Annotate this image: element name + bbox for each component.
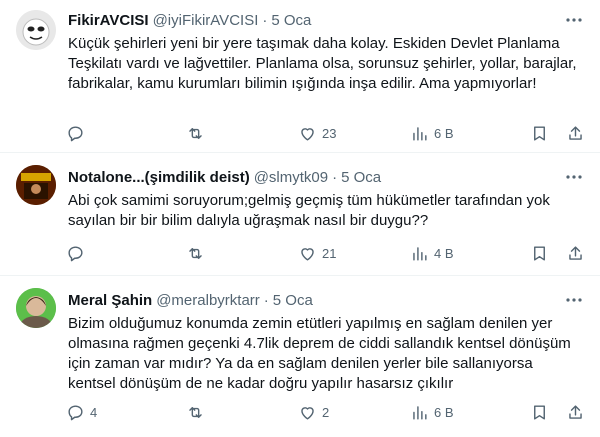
view-count: 6 B bbox=[434, 125, 454, 141]
reply-count: 4 bbox=[90, 404, 98, 420]
like-count: 2 bbox=[322, 404, 330, 420]
tweet[interactable]: Notalone...(şimdilik deist) @slmytk09 · … bbox=[0, 153, 600, 276]
separator-dot: · bbox=[262, 11, 268, 29]
view-count: 6 B bbox=[434, 404, 454, 420]
retweet-button[interactable] bbox=[186, 400, 210, 424]
more-dots-icon[interactable] bbox=[564, 167, 584, 187]
user-handle[interactable]: @slmytk09 bbox=[254, 169, 328, 186]
views-button[interactable]: 6 B bbox=[410, 121, 454, 145]
like-count: 21 bbox=[322, 245, 337, 261]
views-icon bbox=[413, 405, 427, 420]
like-count: 23 bbox=[322, 125, 337, 141]
timestamp[interactable]: 5 Oca bbox=[271, 12, 311, 29]
avatar-poster-icon bbox=[16, 165, 56, 205]
tweet-header: Meral Şahin @meralbyrktarr · 5 Oca bbox=[68, 290, 560, 310]
share-icon bbox=[569, 125, 582, 140]
heart-icon bbox=[301, 247, 314, 261]
timestamp[interactable]: 5 Oca bbox=[341, 169, 381, 186]
views-icon bbox=[413, 246, 427, 261]
reply-button[interactable]: 4 bbox=[66, 400, 97, 424]
bookmark-button[interactable] bbox=[530, 121, 549, 145]
share-button[interactable] bbox=[566, 241, 585, 265]
avatar[interactable] bbox=[16, 165, 56, 205]
like-button[interactable]: 23 bbox=[298, 121, 336, 145]
view-count: 4 B bbox=[434, 245, 454, 261]
share-button[interactable] bbox=[566, 400, 585, 424]
reply-icon bbox=[68, 404, 83, 420]
retweet-button[interactable] bbox=[186, 121, 210, 145]
share-icon bbox=[569, 245, 582, 260]
tweet[interactable]: Meral Şahin @meralbyrktarr · 5 Oca Bizim… bbox=[0, 276, 600, 437]
separator-dot: · bbox=[332, 168, 338, 186]
timestamp[interactable]: 5 Oca bbox=[273, 292, 313, 309]
tweet-header: FikirAVCISI @iyiFikirAVCISI · 5 Oca bbox=[68, 10, 560, 30]
retweet-icon bbox=[189, 127, 202, 139]
tweet-header: Notalone...(şimdilik deist) @slmytk09 · … bbox=[68, 167, 560, 187]
like-button[interactable]: 2 bbox=[298, 400, 329, 424]
avatar-photo-icon bbox=[16, 288, 56, 328]
more-dots-icon[interactable] bbox=[564, 10, 584, 30]
bookmark-button[interactable] bbox=[530, 241, 549, 265]
tweet-actions: 4 2 6 B bbox=[58, 400, 584, 424]
display-name[interactable]: Meral Şahin bbox=[68, 292, 152, 309]
more-dots-icon[interactable] bbox=[564, 290, 584, 310]
avatar[interactable] bbox=[16, 288, 56, 328]
avatar-face-icon bbox=[16, 10, 56, 50]
separator-dot: · bbox=[263, 291, 269, 309]
views-button[interactable]: 4 B bbox=[410, 241, 454, 265]
like-button[interactable]: 21 bbox=[298, 241, 336, 265]
tweet-text: Abi çok samimi soruyorum;gelmiş geçmiş t… bbox=[68, 192, 550, 229]
share-icon bbox=[569, 404, 582, 419]
retweet-icon bbox=[189, 406, 202, 418]
views-button[interactable]: 6 B bbox=[410, 400, 454, 424]
tweet-text: Bizim olduğumuz konumda zemin etütleri y… bbox=[68, 315, 571, 392]
user-handle[interactable]: @meralbyrktarr bbox=[156, 292, 260, 309]
retweet-icon bbox=[189, 247, 202, 259]
tweet-text: Küçük şehirleri yeni bir yere taşımak da… bbox=[68, 35, 577, 92]
display-name[interactable]: Notalone...(şimdilik deist) bbox=[68, 169, 250, 186]
views-icon bbox=[413, 126, 427, 141]
heart-icon bbox=[301, 127, 314, 141]
user-handle[interactable]: @iyiFikirAVCISI bbox=[153, 12, 259, 29]
tweet[interactable]: FikirAVCISI @iyiFikirAVCISI · 5 Oca Küçü… bbox=[0, 0, 600, 153]
reply-button[interactable] bbox=[66, 241, 90, 265]
bookmark-button[interactable] bbox=[530, 400, 549, 424]
heart-icon bbox=[301, 406, 314, 420]
avatar[interactable] bbox=[16, 10, 56, 50]
tweet-actions: 23 6 B bbox=[58, 121, 584, 145]
bookmark-icon bbox=[534, 125, 545, 141]
tweet-actions: 21 4 B bbox=[58, 241, 584, 265]
reply-icon bbox=[68, 245, 83, 261]
retweet-button[interactable] bbox=[186, 241, 210, 265]
bookmark-icon bbox=[534, 245, 545, 261]
reply-icon bbox=[68, 125, 83, 141]
share-button[interactable] bbox=[566, 121, 585, 145]
display-name[interactable]: FikirAVCISI bbox=[68, 12, 149, 29]
reply-button[interactable] bbox=[66, 121, 90, 145]
bookmark-icon bbox=[534, 404, 545, 420]
